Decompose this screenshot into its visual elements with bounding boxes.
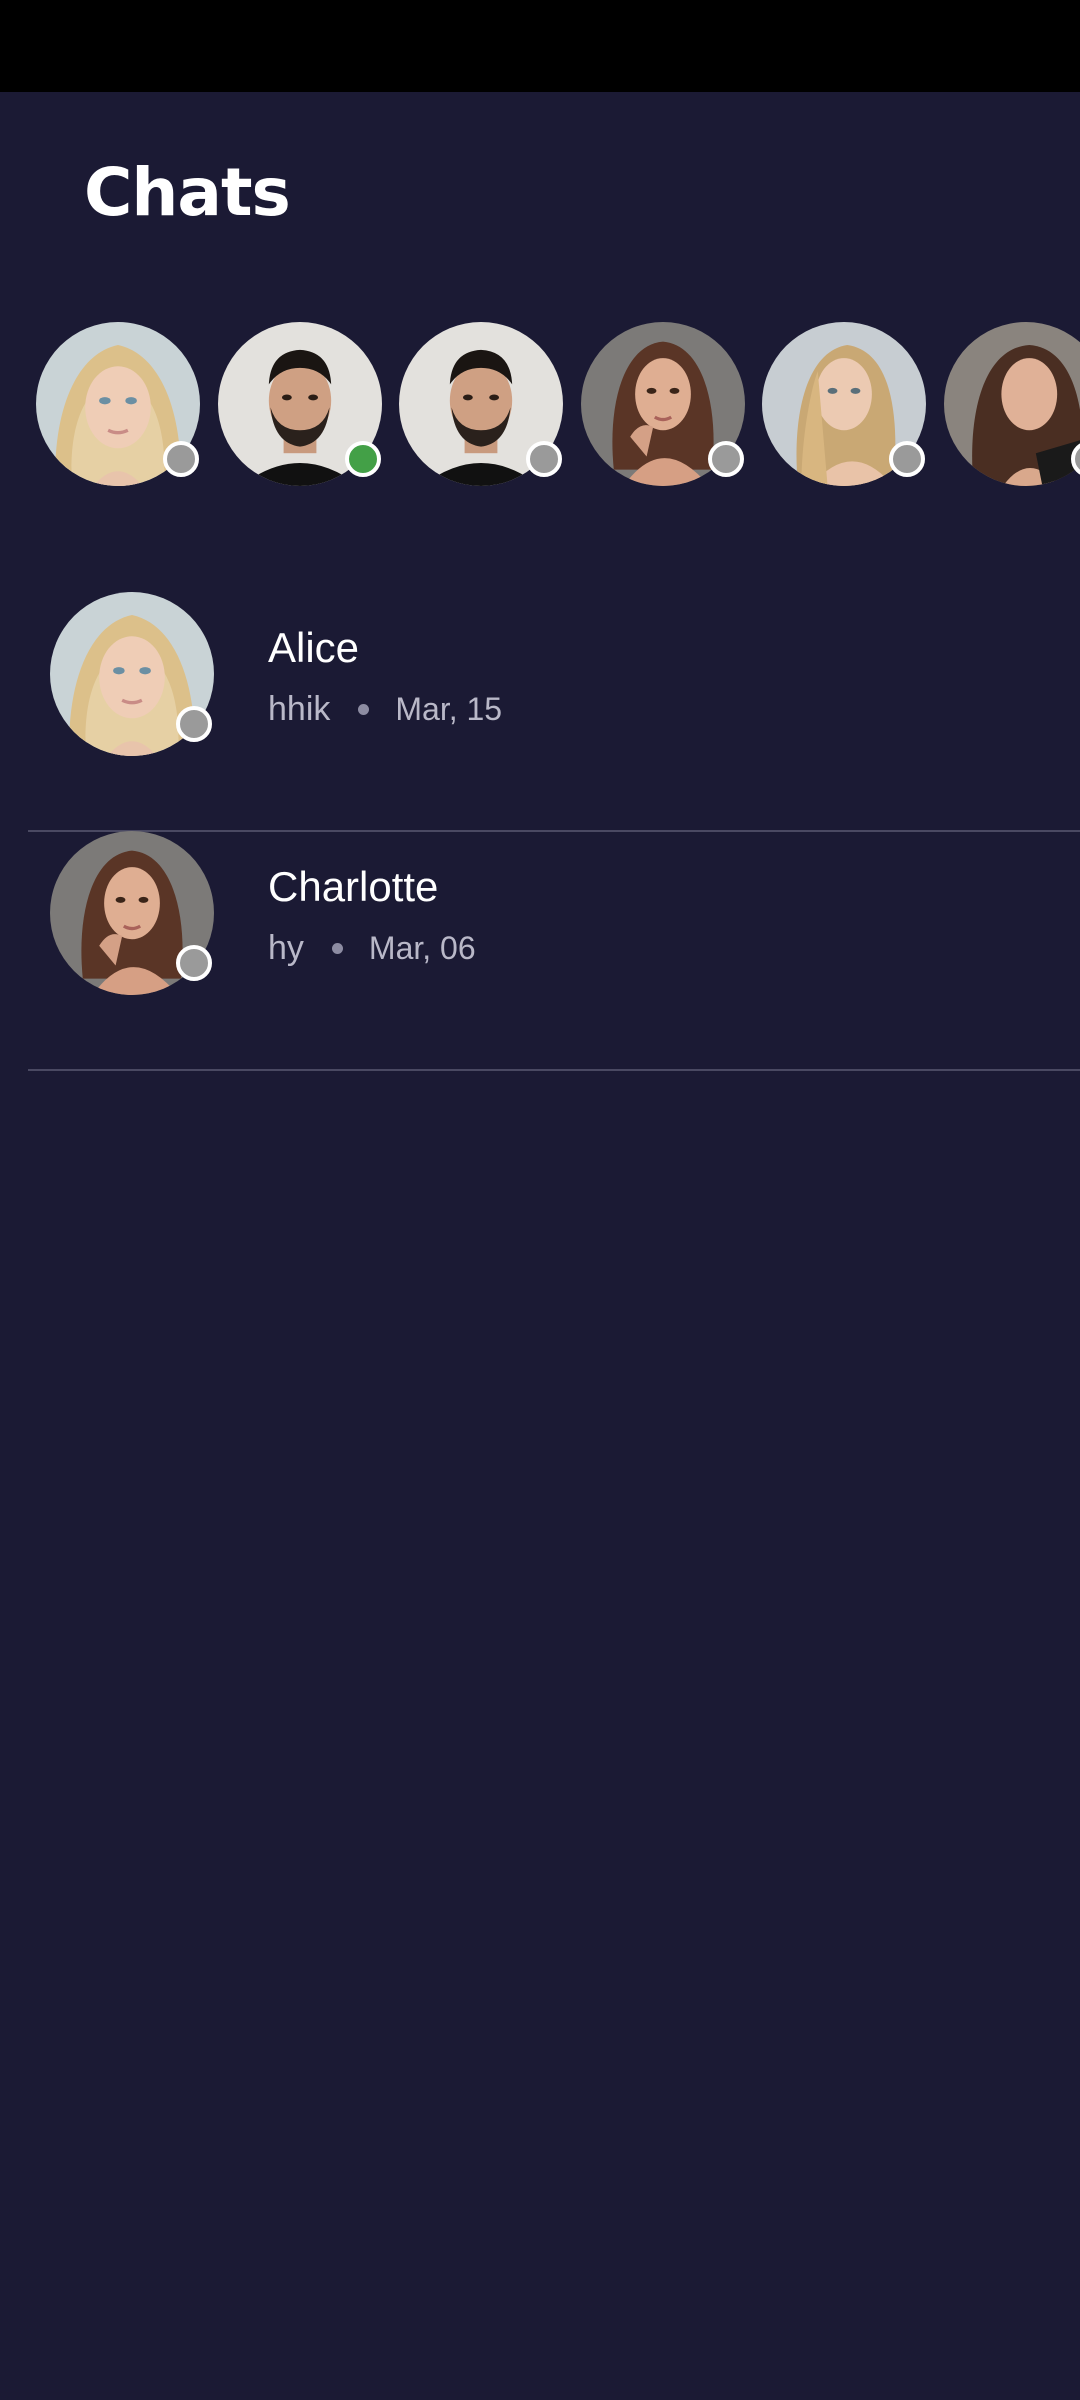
avatar-image bbox=[944, 322, 1080, 486]
separator-dot bbox=[331, 942, 343, 954]
chat-item-alice[interactable]: Alice hhik Mar, 15 bbox=[28, 592, 1080, 832]
status-offline-dot bbox=[889, 441, 925, 477]
status-bar bbox=[0, 0, 1080, 92]
status-offline-dot bbox=[176, 706, 212, 742]
chat-item-charlotte[interactable]: Charlotte hy Mar, 06 bbox=[28, 831, 1080, 1071]
page-title: Chats bbox=[84, 154, 291, 231]
chat-meta: hy Mar, 06 bbox=[268, 926, 476, 970]
stories-row[interactable] bbox=[0, 318, 1080, 494]
chat-name: Charlotte bbox=[268, 863, 439, 910]
chat-avatar bbox=[50, 592, 214, 756]
story-avatar-3[interactable] bbox=[399, 322, 563, 486]
status-offline-dot bbox=[708, 441, 744, 477]
story-avatar-1[interactable] bbox=[36, 322, 200, 486]
story-avatar-4[interactable] bbox=[581, 322, 745, 486]
status-offline-dot bbox=[176, 945, 212, 981]
chat-date: Mar, 06 bbox=[368, 930, 476, 966]
separator-dot bbox=[358, 703, 370, 715]
status-online-dot bbox=[345, 441, 381, 477]
story-avatar-6[interactable] bbox=[944, 322, 1080, 486]
chat-last-message: hy bbox=[268, 929, 304, 967]
status-offline-dot bbox=[526, 441, 562, 477]
chat-avatar bbox=[50, 831, 214, 995]
story-avatar-5[interactable] bbox=[762, 322, 926, 486]
chat-meta: hhik Mar, 15 bbox=[268, 687, 502, 731]
chat-last-message: hhik bbox=[268, 690, 331, 728]
chat-name: Alice bbox=[268, 624, 360, 671]
status-offline-dot bbox=[163, 441, 199, 477]
avatar bbox=[944, 322, 1080, 486]
chat-date: Mar, 15 bbox=[395, 691, 503, 727]
story-avatar-2[interactable] bbox=[218, 322, 382, 486]
